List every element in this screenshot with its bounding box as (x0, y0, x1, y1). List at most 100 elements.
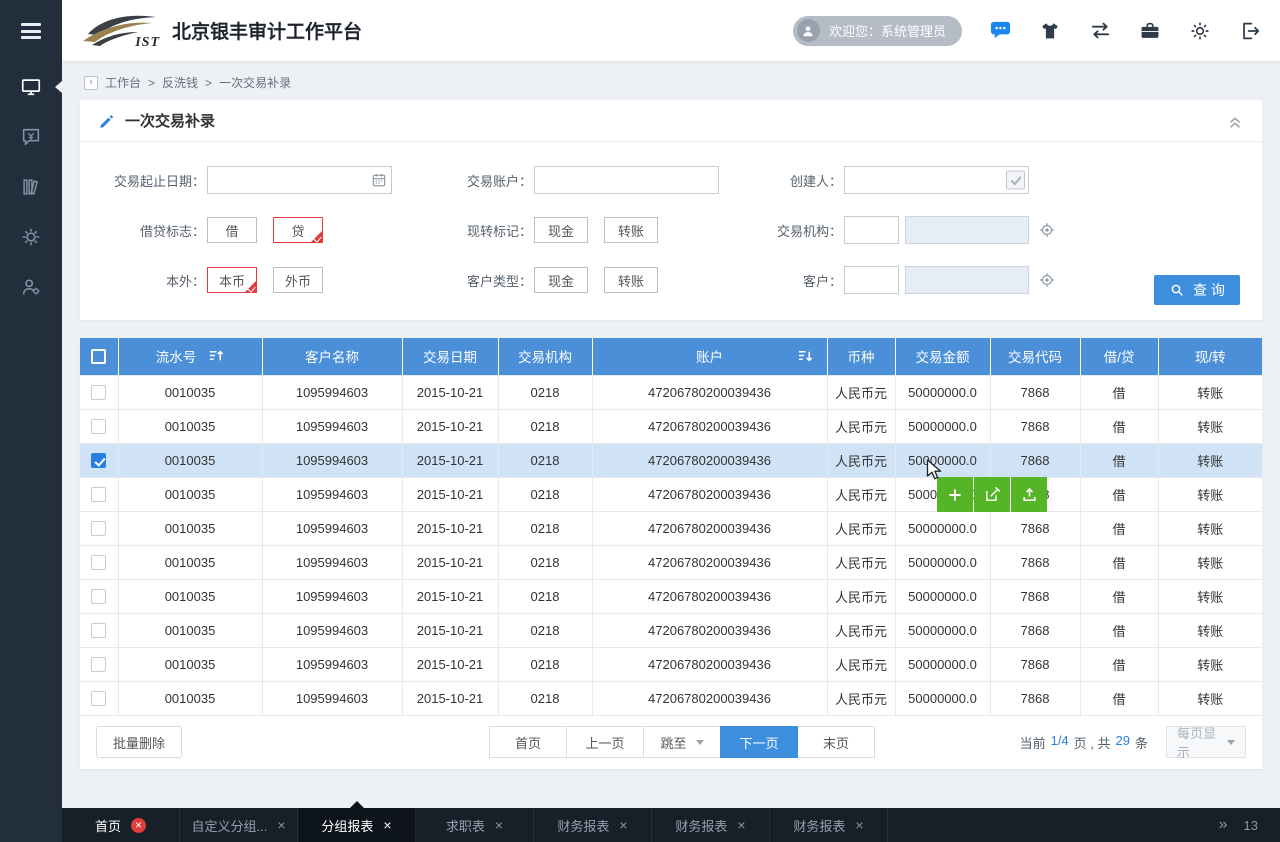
table-cell: 借 (1080, 579, 1158, 613)
tab-3[interactable]: 分组报表× (298, 808, 416, 842)
table-row[interactable]: 001003510959946032015-10-210218472067802… (80, 681, 1262, 715)
per-page-select[interactable]: 每页显示 (1166, 726, 1246, 758)
currency-local-button[interactable]: 本币 (207, 267, 257, 293)
creator-input[interactable] (844, 166, 1029, 194)
briefcase-icon[interactable] (1138, 19, 1162, 43)
tab-5[interactable]: 财务报表 × (534, 808, 652, 842)
tab-6[interactable]: 财务报表× (652, 808, 770, 842)
column-header-amount[interactable]: 交易金额 (895, 338, 990, 375)
sort-asc-icon[interactable] (208, 349, 224, 363)
table-row[interactable]: 001003510959946032015-10-210218472067802… (80, 647, 1262, 681)
calendar-icon[interactable] (371, 172, 387, 188)
row-checkbox[interactable] (91, 657, 106, 672)
jump-page-button[interactable]: 跳至 (643, 726, 721, 758)
tab-7[interactable]: 财务报表× (770, 808, 888, 842)
search-button[interactable]: 查 询 (1154, 275, 1240, 305)
tab-close-icon[interactable]: × (131, 818, 146, 833)
tab-close-icon[interactable]: × (383, 818, 391, 832)
tab-1[interactable]: 首页× (62, 808, 180, 842)
row-checkbox[interactable] (91, 623, 106, 638)
column-header-account[interactable]: 账户 (592, 338, 827, 375)
menu-toggle-button[interactable] (0, 0, 62, 62)
column-header-code[interactable]: 交易代码 (990, 338, 1080, 375)
message-icon[interactable] (988, 19, 1012, 43)
batch-delete-button[interactable]: 批量删除 (96, 726, 182, 758)
tab-close-icon[interactable]: × (855, 818, 863, 832)
first-page-button[interactable]: 首页 (489, 726, 567, 758)
table-row[interactable]: 001003510959946032015-10-210218472067802… (80, 511, 1262, 545)
settings-icon[interactable] (1188, 19, 1212, 43)
cash-mark-cash-button[interactable]: 现金 (534, 217, 588, 243)
table-row[interactable]: 001003510959946032015-10-210218472067802… (80, 477, 1262, 511)
tab-4[interactable]: 求职表× (416, 808, 534, 842)
breadcrumb-toggle-icon[interactable]: › (84, 76, 98, 90)
org-picker-icon[interactable] (1038, 221, 1056, 239)
tab-2[interactable]: 自定义分组...× (180, 808, 298, 842)
upload-row-button[interactable] (1011, 477, 1047, 512)
user-menu-button[interactable]: 欢迎您：系统管理员 (793, 16, 962, 46)
tab-overflow-icon[interactable]: » (1219, 816, 1228, 834)
column-header-customer[interactable]: 客户名称 (262, 338, 402, 375)
column-header-serial[interactable]: 流水号 (118, 338, 262, 375)
last-page-button[interactable]: 末页 (797, 726, 875, 758)
tab-close-icon[interactable]: × (277, 818, 285, 832)
table-row[interactable]: 001003510959946032015-10-210218472067802… (80, 443, 1262, 477)
table-cell: 0218 (498, 511, 592, 545)
tab-close-icon[interactable]: × (619, 818, 627, 832)
plus-icon (946, 486, 964, 504)
row-checkbox[interactable] (91, 385, 106, 400)
row-checkbox[interactable] (91, 691, 106, 706)
next-page-button[interactable]: 下一页 (720, 726, 798, 758)
sort-desc-icon[interactable] (797, 349, 813, 363)
row-checkbox[interactable] (91, 555, 106, 570)
prev-page-button[interactable]: 上一页 (566, 726, 644, 758)
shirt-icon[interactable] (1038, 19, 1062, 43)
date-range-input[interactable] (207, 166, 392, 194)
edit-row-button[interactable] (974, 477, 1010, 512)
breadcrumb-item[interactable]: 反洗钱 (162, 74, 198, 91)
cash-mark-transfer-button[interactable]: 转账 (604, 217, 658, 243)
customer-type-transfer-button[interactable]: 转账 (604, 267, 658, 293)
row-checkbox[interactable] (91, 419, 106, 434)
customer-picker-icon[interactable] (1038, 271, 1056, 289)
table-cell: 1095994603 (262, 477, 402, 511)
currency-foreign-button[interactable]: 外币 (273, 267, 323, 293)
add-row-button[interactable] (937, 477, 973, 512)
logout-icon[interactable] (1238, 19, 1262, 43)
table-row[interactable]: 001003510959946032015-10-210218472067802… (80, 409, 1262, 443)
sidebar-item-finance[interactable] (0, 112, 62, 162)
table-row[interactable]: 001003510959946032015-10-210218472067802… (80, 545, 1262, 579)
row-checkbox[interactable] (91, 521, 106, 536)
account-input[interactable] (534, 166, 719, 194)
row-checkbox[interactable] (91, 487, 106, 502)
row-checkbox[interactable] (91, 453, 106, 468)
table-row[interactable]: 001003510959946032015-10-210218472067802… (80, 613, 1262, 647)
customer-code-input[interactable] (844, 266, 899, 294)
org-code-input[interactable] (844, 216, 899, 244)
column-header-label: 现/转 (1195, 350, 1226, 365)
sidebar-item-workbench[interactable] (0, 62, 62, 112)
column-header-org[interactable]: 交易机构 (498, 338, 592, 375)
sidebar-item-library[interactable] (0, 162, 62, 212)
tab-label: 财务报表 (557, 816, 609, 835)
table-row[interactable]: 001003510959946032015-10-210218472067802… (80, 375, 1262, 409)
sidebar-item-users[interactable] (0, 262, 62, 312)
transfer-icon[interactable] (1088, 19, 1112, 43)
table-row[interactable]: 001003510959946032015-10-210218472067802… (80, 579, 1262, 613)
column-header-cashmark[interactable]: 现/转 (1158, 338, 1262, 375)
loan-credit-button[interactable]: 贷 (273, 217, 323, 243)
breadcrumb-item[interactable]: 工作台 (105, 74, 141, 91)
org-label: 交易机构： (762, 221, 842, 240)
column-header-loan[interactable]: 借/贷 (1080, 338, 1158, 375)
column-header-currency[interactable]: 币种 (827, 338, 895, 375)
collapse-panel-button[interactable] (1226, 112, 1244, 130)
column-header-date[interactable]: 交易日期 (402, 338, 498, 375)
row-checkbox[interactable] (91, 589, 106, 604)
select-all-checkbox[interactable] (91, 349, 106, 364)
creator-picker-icon[interactable] (1006, 171, 1025, 190)
tab-close-icon[interactable]: × (737, 818, 745, 832)
loan-debit-button[interactable]: 借 (207, 217, 257, 243)
sidebar-item-settings[interactable] (0, 212, 62, 262)
tab-close-icon[interactable]: × (495, 818, 503, 832)
customer-type-cash-button[interactable]: 现金 (534, 267, 588, 293)
